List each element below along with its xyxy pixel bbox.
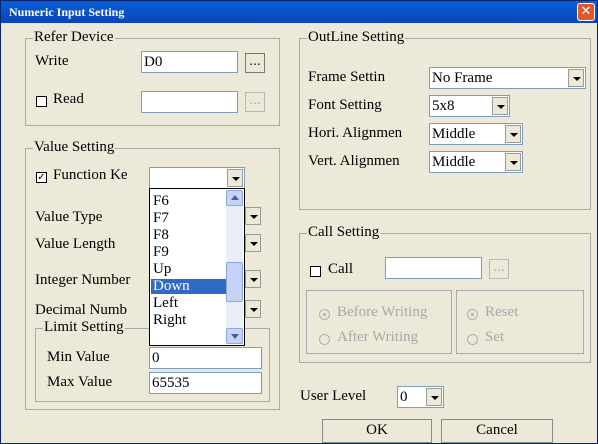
call-setting-legend: Call Setting bbox=[307, 224, 381, 241]
dropdown-item-right[interactable]: Right bbox=[151, 313, 228, 328]
user-level-dropdown-arrow[interactable] bbox=[426, 388, 442, 406]
set-label: Set bbox=[485, 329, 505, 345]
outline-setting-legend: OutLine Setting bbox=[307, 29, 406, 46]
chevron-up-icon bbox=[231, 195, 239, 200]
function-key-checkbox[interactable]: ✓ bbox=[36, 172, 47, 183]
ok-button[interactable]: OK bbox=[322, 419, 432, 443]
function-key-label: Function Ke bbox=[53, 167, 128, 183]
value-length-label: Value Length bbox=[35, 236, 116, 252]
limit-setting-legend: Limit Setting bbox=[43, 319, 125, 336]
call-checkbox[interactable] bbox=[310, 266, 321, 277]
dropdown-item-f6[interactable]: F6 bbox=[151, 194, 228, 209]
dropdown-item-f8[interactable]: F8 bbox=[151, 228, 228, 243]
value-type-label: Value Type bbox=[35, 209, 103, 225]
scroll-up-button[interactable] bbox=[226, 190, 243, 206]
window-title: Numeric Input Setting bbox=[9, 5, 125, 19]
call-browse-button[interactable]: ... bbox=[489, 259, 509, 279]
reset-radio[interactable] bbox=[467, 309, 478, 320]
dropdown-item-f7[interactable]: F7 bbox=[151, 211, 228, 226]
reset-label: Reset bbox=[485, 304, 519, 320]
value-length-dropdown-arrow[interactable] bbox=[245, 234, 261, 252]
call-input[interactable] bbox=[385, 257, 482, 279]
write-label: Write bbox=[35, 53, 69, 69]
read-browse-button[interactable]: ... bbox=[245, 92, 265, 112]
frame-setting-dropdown-arrow[interactable] bbox=[568, 69, 584, 87]
set-radio[interactable] bbox=[467, 334, 478, 345]
max-value-label: Max Value bbox=[47, 374, 113, 390]
before-writing-label: Before Writing bbox=[337, 304, 428, 320]
value-type-dropdown-arrow[interactable] bbox=[245, 207, 261, 225]
frame-setting-select[interactable]: No Frame bbox=[429, 67, 586, 89]
frame-setting-label: Frame Settin bbox=[308, 69, 386, 85]
numeric-input-setting-dialog: Numeric Input Setting ✕ Refer Device Wri… bbox=[0, 0, 598, 444]
function-key-dropdown-list[interactable]: F6 F7 F8 F9 Up Down Left Right bbox=[149, 188, 245, 346]
min-value-label: Min Value bbox=[47, 349, 110, 365]
call-label: Call bbox=[328, 261, 353, 277]
user-level-label: User Level bbox=[300, 388, 367, 404]
cancel-button[interactable]: Cancel bbox=[441, 419, 553, 443]
hori-alignment-label: Hori. Alignmen bbox=[308, 125, 403, 141]
decimal-number-dropdown-arrow[interactable] bbox=[245, 300, 261, 318]
before-writing-radio[interactable] bbox=[319, 309, 330, 320]
function-key-dropdown-arrow[interactable] bbox=[227, 169, 243, 187]
scroll-thumb[interactable] bbox=[226, 262, 243, 302]
write-browse-button[interactable]: ... bbox=[245, 53, 265, 73]
after-writing-label: After Writing bbox=[337, 329, 419, 345]
max-value-input[interactable]: 65535 bbox=[149, 372, 262, 394]
value-setting-legend: Value Setting bbox=[33, 139, 116, 156]
vert-alignment-dropdown-arrow[interactable] bbox=[505, 153, 521, 171]
reset-set-group bbox=[456, 290, 584, 354]
read-checkbox[interactable] bbox=[36, 96, 47, 107]
title-bar[interactable]: Numeric Input Setting ✕ bbox=[1, 1, 597, 23]
hori-alignment-dropdown-arrow[interactable] bbox=[505, 125, 521, 143]
font-setting-label: Font Setting bbox=[308, 97, 382, 113]
chevron-down-icon bbox=[231, 334, 239, 339]
dropdown-item-left[interactable]: Left bbox=[151, 296, 228, 311]
dropdown-item-f9[interactable]: F9 bbox=[151, 245, 228, 260]
dropdown-item-down[interactable]: Down bbox=[151, 279, 228, 294]
min-value-input[interactable]: 0 bbox=[149, 347, 262, 369]
vert-alignment-label: Vert. Alignmen bbox=[308, 153, 400, 169]
scroll-down-button[interactable] bbox=[226, 328, 243, 344]
dropdown-scrollbar[interactable] bbox=[226, 190, 243, 344]
read-device-input[interactable] bbox=[141, 91, 238, 113]
write-device-input[interactable]: D0 bbox=[141, 51, 238, 73]
read-label: Read bbox=[53, 91, 84, 107]
after-writing-radio[interactable] bbox=[319, 334, 330, 345]
font-setting-dropdown-arrow[interactable] bbox=[492, 97, 508, 115]
integer-number-dropdown-arrow[interactable] bbox=[245, 270, 261, 288]
dropdown-item-up[interactable]: Up bbox=[151, 262, 228, 277]
close-icon[interactable]: ✕ bbox=[577, 3, 595, 21]
integer-number-label: Integer Number bbox=[35, 272, 131, 288]
decimal-number-label: Decimal Numb bbox=[35, 302, 128, 318]
refer-device-legend: Refer Device bbox=[33, 29, 115, 46]
